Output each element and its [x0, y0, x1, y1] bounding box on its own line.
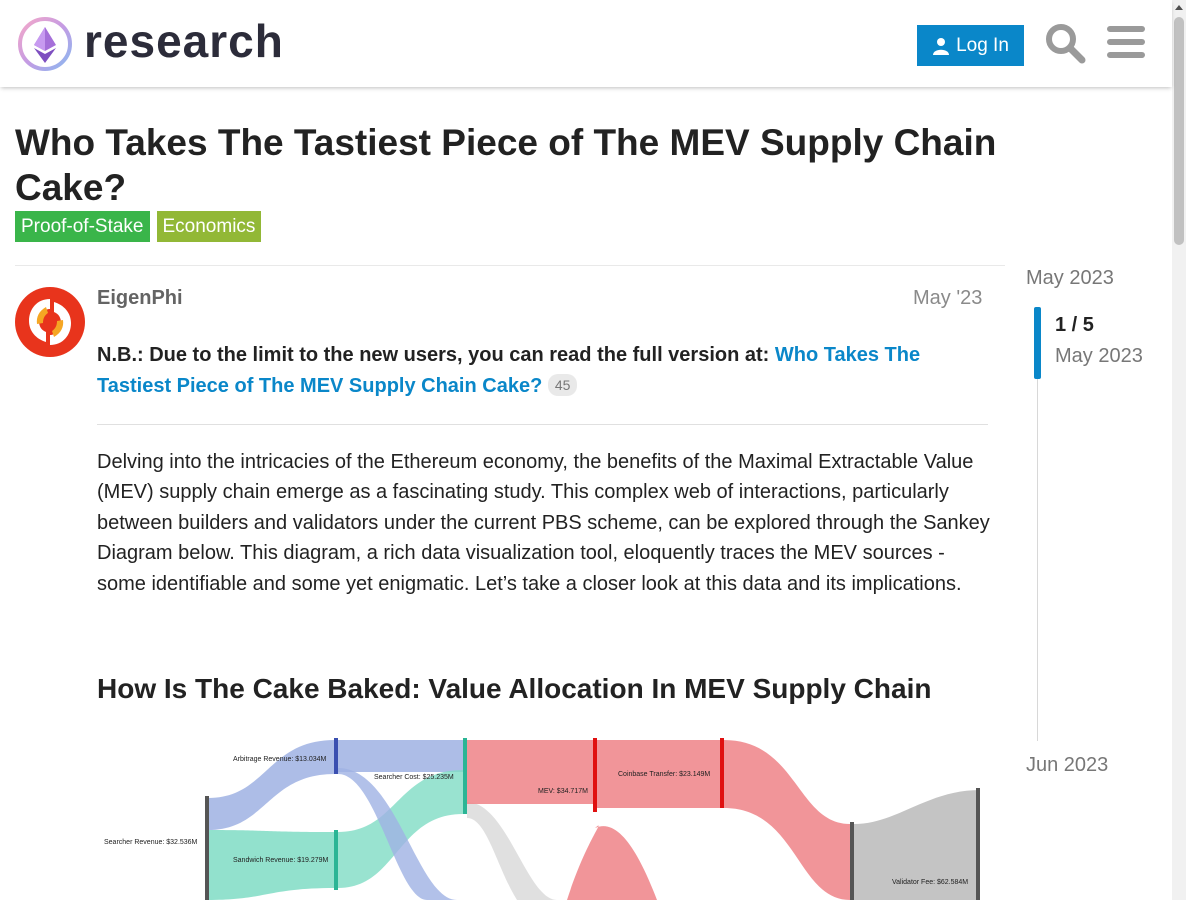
page-scrollbar[interactable]: [1172, 0, 1186, 900]
user-icon: [933, 37, 950, 55]
post-heading: How Is The Cake Baked: Value Allocation …: [97, 673, 932, 704]
link-click-count-badge: 45: [547, 374, 578, 396]
timeline-end-date[interactable]: Jun 2023: [1026, 754, 1108, 777]
sankey-label-searcher-revenue: Searcher Revenue: $32.536M: [104, 839, 198, 846]
sankey-diagram-image[interactable]: Arbitrage Revenue: $13.034M Searcher Cos…: [97, 728, 988, 900]
login-button-label: Log In: [956, 34, 1009, 56]
scroll-up-arrow-icon[interactable]: [1175, 5, 1183, 10]
site-logo-icon[interactable]: [17, 16, 73, 72]
timeline-start-date[interactable]: May 2023: [1026, 267, 1114, 290]
topic-tags: Proof-of-Stake Economics: [15, 211, 262, 242]
post-divider: [97, 424, 988, 425]
sankey-label-coinbase: Coinbase Transfer: $23.149M: [618, 771, 710, 778]
post-date[interactable]: May '23: [913, 287, 982, 310]
sankey-label-mev: MEV: $34.717M: [538, 788, 588, 795]
search-icon[interactable]: [1044, 22, 1086, 64]
sankey-label-arbitrage: Arbitrage Revenue: $13.034M: [233, 756, 327, 763]
notice-text: N.B.: Due to the limit to the new users,…: [97, 344, 775, 366]
topic-title[interactable]: Who Takes The Tastiest Piece of The MEV …: [15, 120, 1075, 210]
hamburger-menu-icon[interactable]: [1107, 26, 1145, 60]
tag-economics[interactable]: Economics: [156, 211, 262, 242]
avatar[interactable]: [15, 287, 85, 357]
post-paragraph: Delving into the intricacies of the Ethe…: [97, 451, 990, 595]
sankey-label-sandwich: Sandwich Revenue: $19.279M: [233, 857, 329, 864]
sankey-label-validator-fee: Validator Fee: $62.584M: [892, 879, 968, 886]
timeline-scroller-handle[interactable]: [1034, 307, 1041, 379]
login-button[interactable]: Log In: [917, 25, 1024, 66]
scrollbar-thumb[interactable]: [1174, 17, 1184, 245]
sankey-label-searcher-cost: Searcher Cost: $25.235M: [374, 774, 454, 781]
timeline-position: 1 / 5: [1055, 314, 1094, 336]
divider: [15, 265, 1005, 266]
timeline-current-date: May 2023: [1055, 345, 1143, 367]
site-header: research Log In: [0, 0, 1172, 87]
site-logo-text[interactable]: research: [84, 14, 284, 68]
post-notice: N.B.: Due to the limit to the new users,…: [97, 340, 977, 402]
tag-proof-of-stake[interactable]: Proof-of-Stake: [15, 211, 150, 242]
post-username[interactable]: EigenPhi: [97, 287, 183, 310]
